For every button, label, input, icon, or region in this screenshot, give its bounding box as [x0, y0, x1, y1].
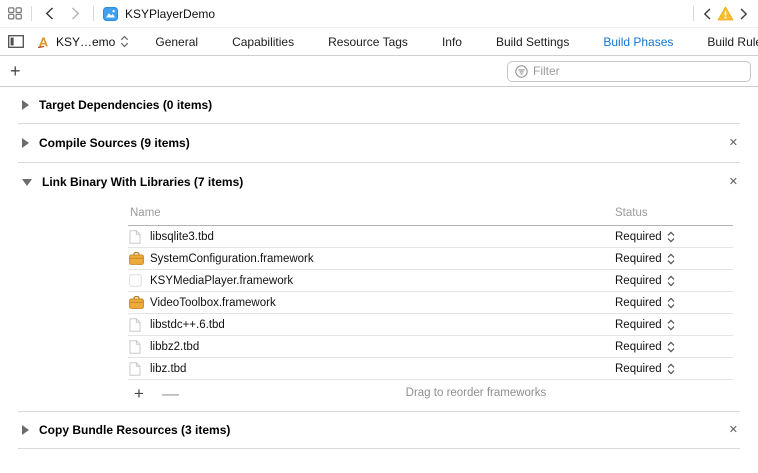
section-title: Copy Bundle Resources (3 items)	[39, 423, 230, 437]
table-row[interactable]: libbz2.tbd Required	[128, 336, 733, 358]
status-dropdown[interactable]: Required	[615, 363, 733, 375]
status-value: Required	[615, 319, 662, 331]
forward-button[interactable]	[67, 7, 84, 20]
tab-info[interactable]: Info	[442, 35, 462, 49]
status-value: Required	[615, 275, 662, 287]
library-name: libstdc++.6.tbd	[150, 319, 615, 331]
previous-issue-button[interactable]	[703, 8, 711, 20]
file-icon	[129, 340, 145, 354]
tab-overview-icon[interactable]	[8, 7, 22, 20]
section-title: Link Binary With Libraries (7 items)	[42, 175, 243, 189]
target-stepper-icon	[120, 35, 129, 48]
blank-file-icon	[129, 274, 145, 287]
tab-build-settings[interactable]: Build Settings	[496, 35, 569, 49]
library-name: VideoToolbox.framework	[150, 297, 615, 309]
status-value: Required	[615, 231, 662, 243]
framework-icon	[129, 252, 145, 265]
editor-tab-bar: A KSY…emo General Capabilities Resource …	[0, 28, 758, 56]
tab-general[interactable]: General	[155, 35, 198, 49]
table-row[interactable]: libsqlite3.tbd Required	[128, 226, 733, 248]
disclosure-triangle-icon[interactable]	[22, 138, 29, 148]
table-row[interactable]: VideoToolbox.framework Required	[128, 292, 733, 314]
app-target-icon: A	[36, 35, 51, 49]
library-name: libsqlite3.tbd	[150, 231, 615, 243]
column-header-status: Status	[615, 207, 733, 219]
table-row[interactable]: KSYMediaPlayer.framework Required	[128, 270, 733, 292]
remove-library-button[interactable]: —	[162, 385, 179, 402]
library-name: libz.tbd	[150, 363, 615, 375]
status-dropdown[interactable]: Required	[615, 253, 733, 265]
library-name: KSYMediaPlayer.framework	[150, 275, 615, 287]
filter-input[interactable]: Filter	[507, 61, 751, 82]
close-icon[interactable]: ✕	[729, 138, 738, 149]
section-title: Target Dependencies (0 items)	[39, 98, 212, 112]
close-icon[interactable]: ✕	[729, 177, 738, 188]
status-value: Required	[615, 253, 662, 265]
section-separator	[18, 448, 740, 449]
status-value: Required	[615, 363, 662, 375]
column-header-name: Name	[128, 207, 615, 219]
library-name: SystemConfiguration.framework	[150, 253, 615, 265]
filter-placeholder: Filter	[533, 64, 560, 78]
file-icon	[129, 362, 145, 376]
library-name: libbz2.tbd	[150, 341, 615, 353]
section-link-binary: Link Binary With Libraries (7 items) ✕	[0, 163, 758, 201]
status-value: Required	[615, 341, 662, 353]
warning-icon[interactable]	[717, 6, 734, 21]
divider	[693, 6, 694, 21]
divider	[31, 6, 32, 21]
section-target-dependencies: Target Dependencies (0 items)	[0, 87, 758, 123]
file-icon	[129, 230, 145, 244]
disclosure-triangle-icon[interactable]	[22, 100, 29, 110]
libraries-table: Name Status libsqlite3.tbd Required Syst…	[128, 201, 733, 406]
tab-build-rules[interactable]: Build Rules	[707, 35, 758, 49]
title-bar: KSYPlayerDemo	[0, 0, 758, 28]
drag-hint-text: Drag to reorder frameworks	[179, 387, 733, 399]
framework-icon	[129, 296, 145, 309]
target-name: KSY…emo	[56, 35, 115, 49]
disclosure-triangle-icon[interactable]	[22, 425, 29, 435]
status-dropdown[interactable]: Required	[615, 275, 733, 287]
project-document-icon[interactable]	[103, 7, 118, 21]
target-selector[interactable]: A KSY…emo	[36, 35, 129, 49]
add-build-phase-button[interactable]: +	[10, 62, 21, 80]
filter-icon	[515, 65, 528, 78]
table-header-row: Name Status	[128, 201, 733, 226]
close-icon[interactable]: ✕	[729, 425, 738, 436]
status-dropdown[interactable]: Required	[615, 297, 733, 309]
file-icon	[129, 318, 145, 332]
tab-build-phases[interactable]: Build Phases	[603, 35, 673, 49]
table-row[interactable]: libstdc++.6.tbd Required	[128, 314, 733, 336]
status-dropdown[interactable]: Required	[615, 231, 733, 243]
table-row[interactable]: SystemConfiguration.framework Required	[128, 248, 733, 270]
editor-tabs: General Capabilities Resource Tags Info …	[155, 35, 758, 49]
status-dropdown[interactable]: Required	[615, 319, 733, 331]
back-button[interactable]	[41, 7, 58, 20]
section-title: Compile Sources (9 items)	[39, 136, 190, 150]
window-title[interactable]: KSYPlayerDemo	[125, 7, 215, 21]
standard-editor-icon[interactable]	[8, 35, 24, 48]
disclosure-triangle-icon[interactable]	[22, 179, 32, 186]
tab-capabilities[interactable]: Capabilities	[232, 35, 294, 49]
table-footer: + — Drag to reorder frameworks	[128, 380, 733, 406]
filter-toolbar: + Filter	[0, 56, 758, 87]
section-copy-bundle-resources: Copy Bundle Resources (3 items) ✕	[0, 412, 758, 448]
table-row[interactable]: libz.tbd Required	[128, 358, 733, 380]
status-value: Required	[615, 297, 662, 309]
status-dropdown[interactable]: Required	[615, 341, 733, 353]
add-library-button[interactable]: +	[134, 385, 144, 402]
section-compile-sources: Compile Sources (9 items) ✕	[0, 124, 758, 162]
divider	[93, 6, 94, 21]
tab-resource-tags[interactable]: Resource Tags	[328, 35, 408, 49]
next-issue-button[interactable]	[740, 8, 748, 20]
